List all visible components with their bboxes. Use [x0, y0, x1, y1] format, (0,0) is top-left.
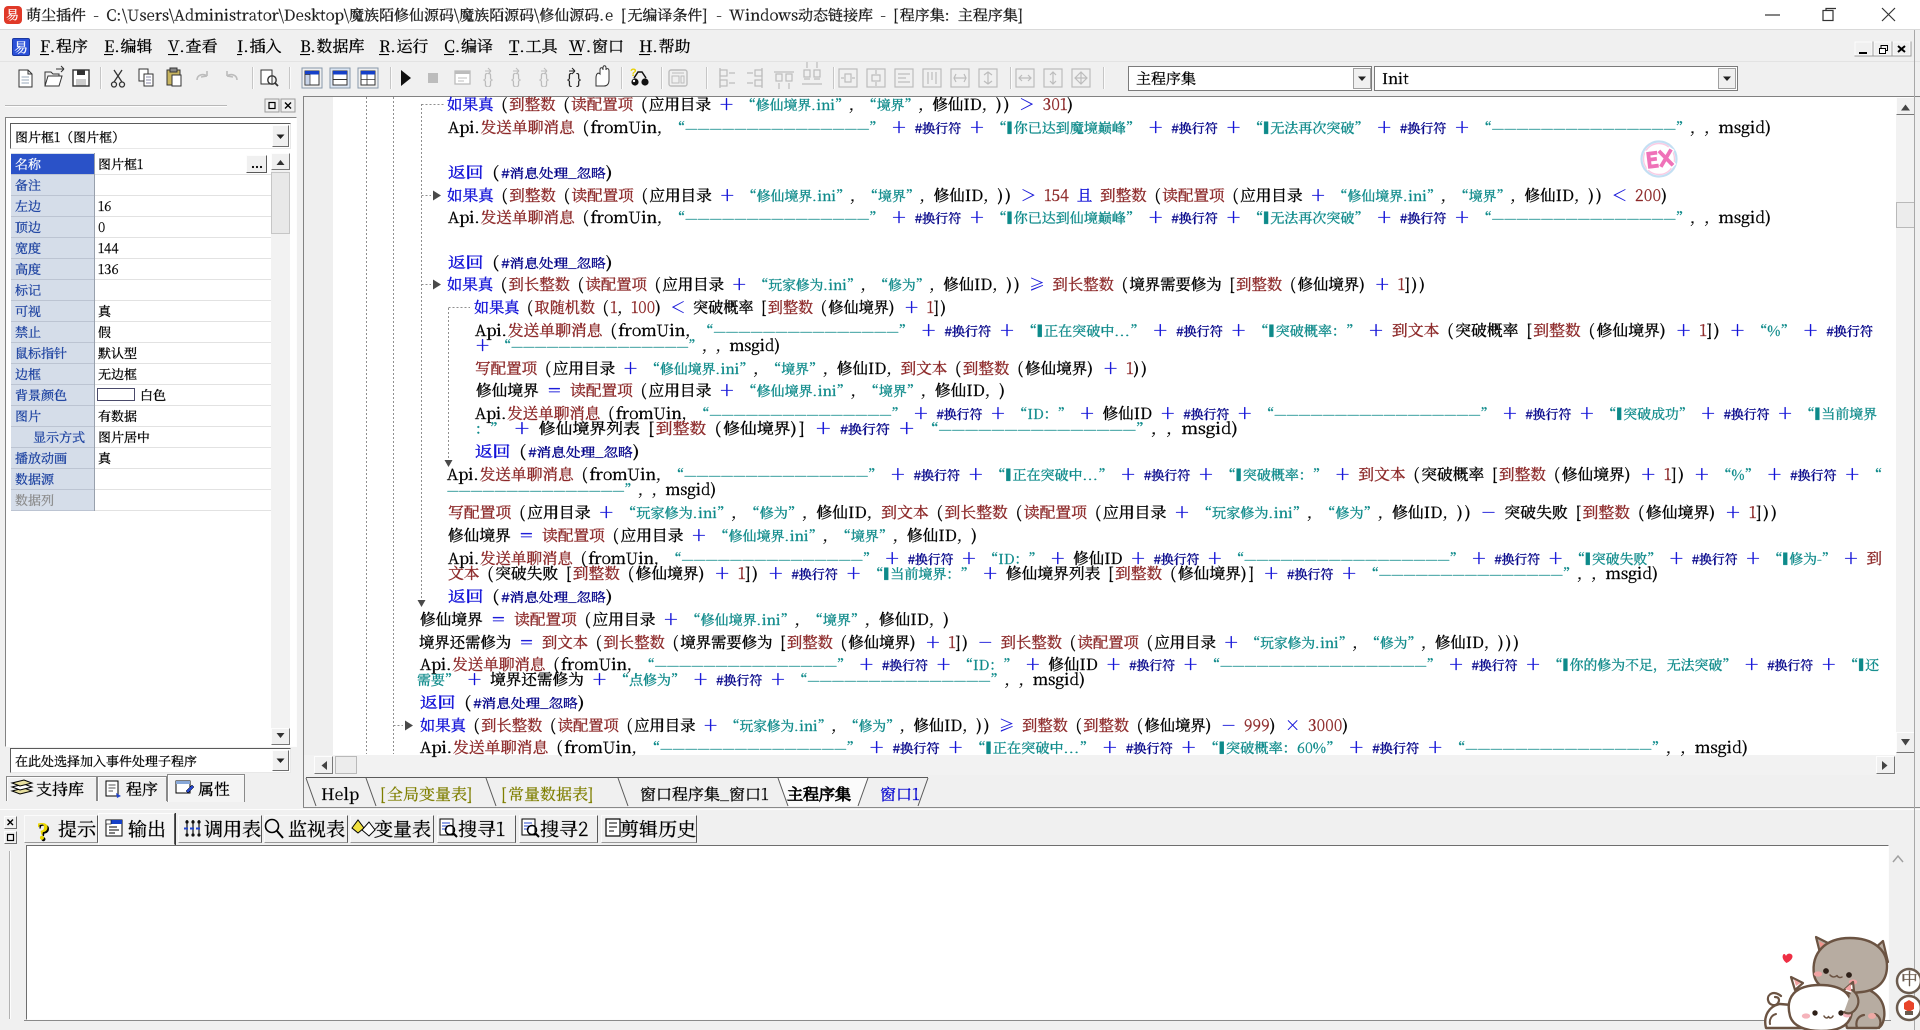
svg-text:{ }: { } — [567, 71, 581, 88]
svg-text:?: ? — [630, 67, 637, 79]
svg-text:?: ? — [37, 819, 50, 846]
